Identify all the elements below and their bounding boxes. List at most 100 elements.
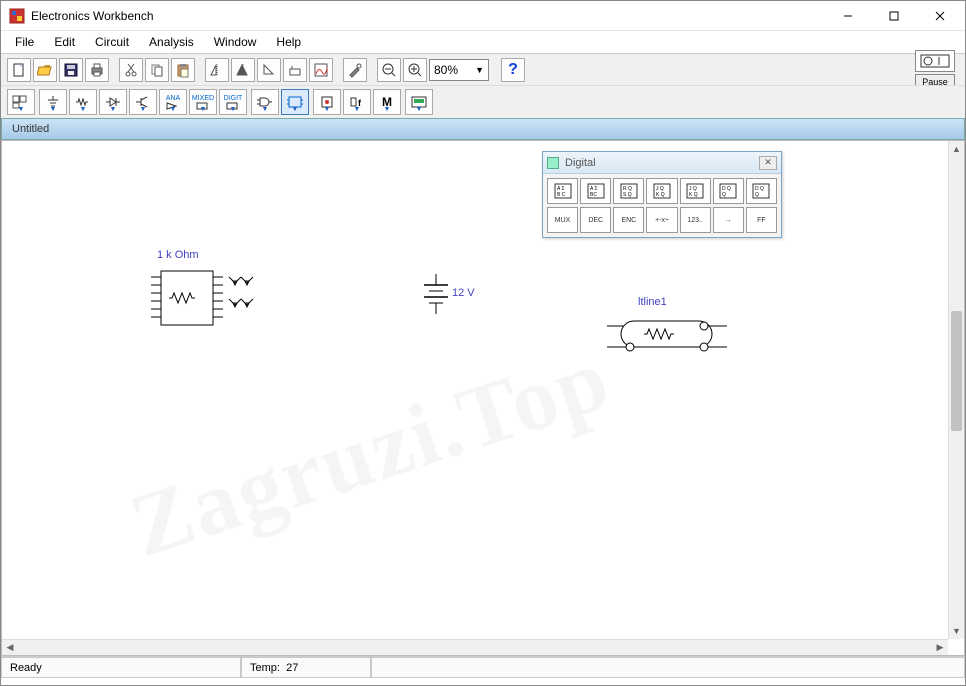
pbtn-shiftreg[interactable]: → [713,207,744,233]
zoom-select[interactable]: 80% ▼ [429,59,489,81]
horizontal-scrollbar[interactable]: ◀ ▶ [2,639,948,655]
status-spacer [371,657,965,678]
watermark: Zagruzi.Top [118,327,622,578]
scroll-right-icon[interactable]: ▶ [932,640,948,655]
scroll-left-icon[interactable]: ◀ [2,640,18,655]
palette-icon [547,157,559,169]
bin-digital[interactable]: ▼ [281,89,309,115]
bin-digital-ic[interactable]: DIGIT▼ [219,89,247,115]
minimize-button[interactable] [825,2,871,30]
save-button[interactable] [59,58,83,82]
print-button[interactable] [85,58,109,82]
title-bar: Electronics Workbench [1,1,965,31]
bin-logic-gates[interactable]: ▼ [251,89,279,115]
svg-text:Q: Q [722,192,726,198]
status-bar: Ready Temp: 27 [1,656,965,678]
bin-analog-ic[interactable]: ANA▼ [159,89,187,115]
help-button[interactable]: ? [501,58,525,82]
menu-file[interactable]: File [5,33,44,51]
zoom-in-button[interactable] [403,58,427,82]
vertical-scrollbar[interactable]: ▲ ▼ [948,141,964,639]
pbtn-enc[interactable]: ENC [613,207,644,233]
svg-text:Q: Q [755,192,759,198]
pbtn-alu[interactable]: +-x÷ [646,207,677,233]
status-ready: Ready [1,657,241,678]
pbtn-counter[interactable]: 123.. [680,207,711,233]
pbtn-dff[interactable]: D Q Q [713,178,744,204]
cut-button[interactable] [119,58,143,82]
svg-text:B C: B C [557,192,566,198]
menu-window[interactable]: Window [204,33,267,51]
svg-text:S Q: S Q [623,192,632,198]
flip-h-button[interactable] [205,58,229,82]
bin-mixed-ic[interactable]: MIXED▼ [189,89,217,115]
bin-misc[interactable]: M▼ [373,89,401,115]
svg-text:K Q: K Q [656,192,665,198]
svg-text:K Q: K Q [689,192,698,198]
pbtn-rslatch[interactable]: R QS Q [613,178,644,204]
palette-close-button[interactable]: ✕ [759,156,777,170]
palette-title-text: Digital [565,157,596,169]
close-button[interactable] [917,2,963,30]
menu-help[interactable]: Help [266,33,311,51]
resistor-network-component[interactable] [147,263,257,338]
svg-text:BC: BC [590,192,597,198]
maximize-button[interactable] [871,2,917,30]
bin-sources[interactable]: ▼ [39,89,67,115]
menu-edit[interactable]: Edit [44,33,85,51]
window-controls [825,2,963,30]
dropdown-icon: ▼ [475,65,484,75]
scroll-down-icon[interactable]: ▼ [949,623,964,639]
bin-diodes[interactable]: ▼ [99,89,127,115]
pbtn-dec[interactable]: DEC [580,207,611,233]
status-temp: Temp: 27 [241,657,371,678]
document-tab[interactable]: Untitled [1,118,965,140]
status-temp-value: 27 [286,662,298,674]
paste-button[interactable] [171,58,195,82]
new-button[interactable] [7,58,31,82]
bin-favorites[interactable]: ▼ [7,89,35,115]
scroll-up-icon[interactable]: ▲ [949,141,964,157]
schematic-canvas[interactable]: 1 k Ohm [2,141,948,639]
bin-controls[interactable]: f▼ [343,89,371,115]
pbtn-fulladder[interactable]: A ΣBC [580,178,611,204]
document-title: Untitled [12,123,49,135]
power-switch[interactable] [915,50,955,72]
probe-button[interactable] [343,58,367,82]
status-temp-label: Temp: [250,662,280,674]
bin-transistors[interactable]: ▼ [129,89,157,115]
menu-analysis[interactable]: Analysis [139,33,204,51]
toolbar-main: 80%▼ ? Pause [1,53,965,85]
graph-button[interactable] [309,58,333,82]
zoom-value: 80% [434,63,458,77]
zoom-out-button[interactable] [377,58,401,82]
menu-circuit[interactable]: Circuit [85,33,139,51]
digital-palette[interactable]: Digital ✕ A ΣB C A ΣBC R QS Q J QK Q J Q… [542,151,782,238]
rotate-cw-button[interactable] [257,58,281,82]
flip-v-button[interactable] [231,58,255,82]
tline-component[interactable] [602,311,732,366]
pbtn-jkff2[interactable]: J QK Q [680,178,711,204]
pbtn-dff2[interactable]: D Q Q [746,178,777,204]
toolbar-components: ▼ ▼ ▼ ▼ ▼ ANA▼ MIXED▼ DIGIT▼ ▼ ▼ ▼ f▼ M▼… [1,85,965,118]
palette-body: A ΣB C A ΣBC R QS Q J QK Q J QK Q D Q Q … [543,174,781,237]
scroll-thumb-v[interactable] [951,311,962,431]
rotate-ccw-button[interactable] [283,58,307,82]
pbtn-jkff[interactable]: J QK Q [646,178,677,204]
palette-titlebar[interactable]: Digital ✕ [543,152,781,174]
open-button[interactable] [33,58,57,82]
bin-indicators[interactable]: ▼ [313,89,341,115]
pbtn-ff[interactable]: FF [746,207,777,233]
app-icon [9,8,25,24]
menu-bar: File Edit Circuit Analysis Window Help [1,31,965,53]
tline-label: ltline1 [638,296,667,308]
battery-label: 12 V [452,287,475,299]
bin-instruments[interactable]: ▼ [405,89,433,115]
pbtn-halfadder[interactable]: A ΣB C [547,178,578,204]
pbtn-mux[interactable]: MUX [547,207,578,233]
bin-basic[interactable]: ▼ [69,89,97,115]
title-text: Electronics Workbench [31,9,825,23]
copy-button[interactable] [145,58,169,82]
resistor-label: 1 k Ohm [157,249,199,261]
battery-component[interactable] [416,269,486,324]
